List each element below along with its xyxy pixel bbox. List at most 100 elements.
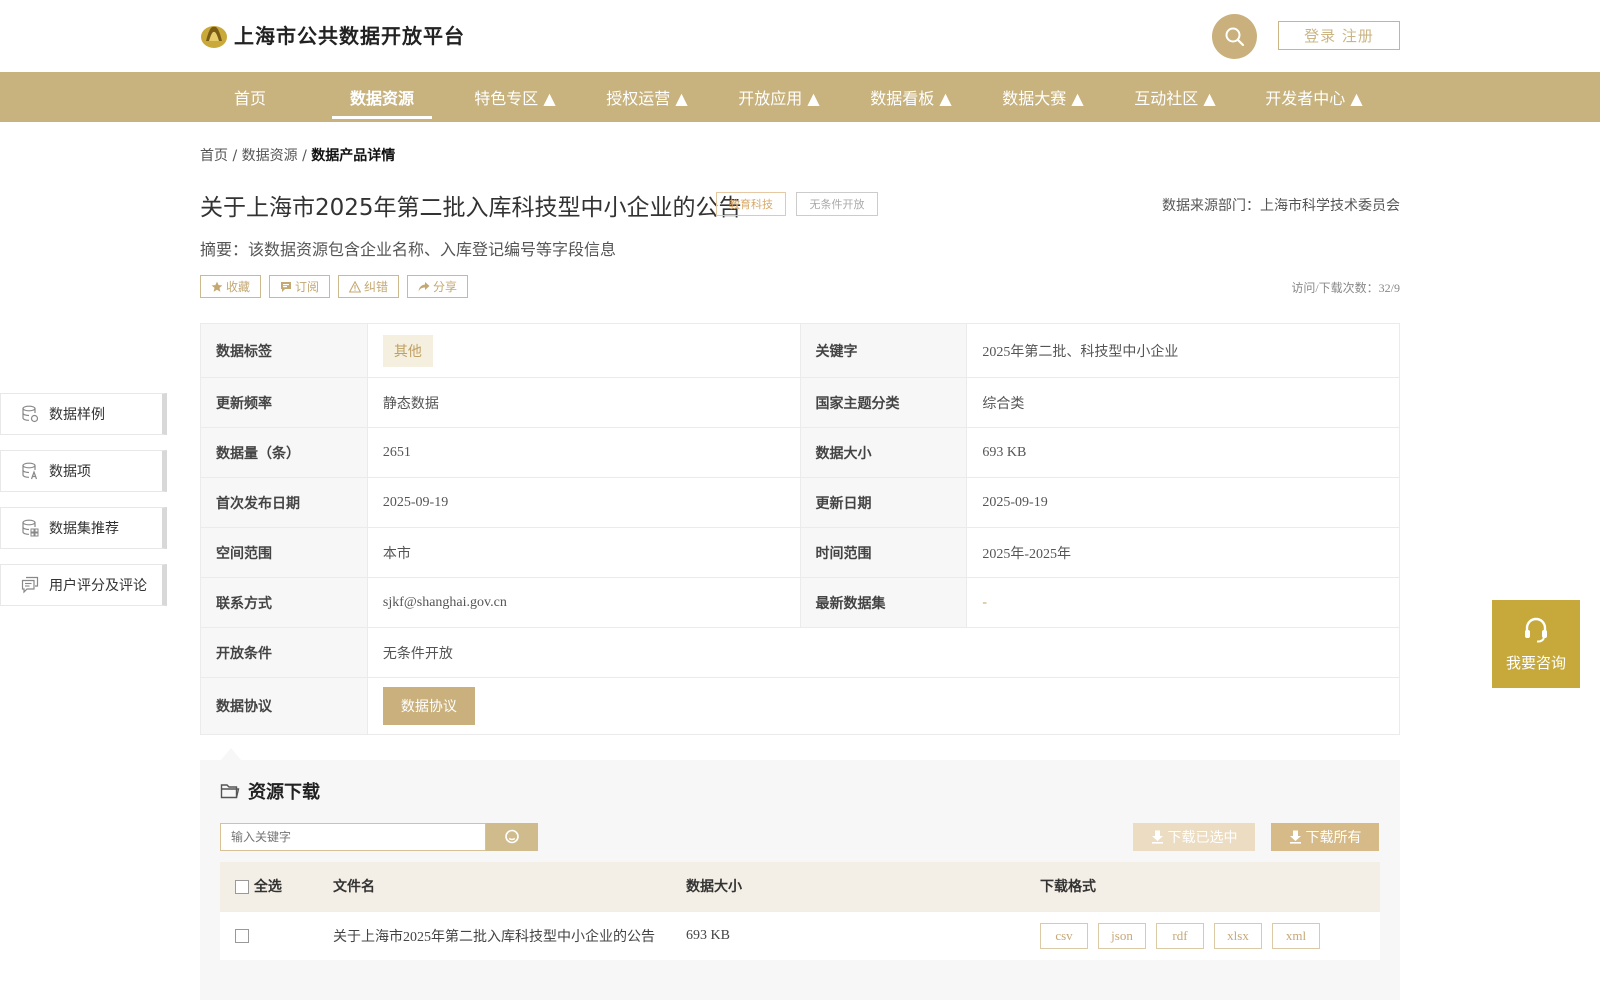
nav-item-data-contest[interactable]: 数据大赛 ▲ xyxy=(992,72,1094,122)
sidebar-item-label: 数据项 xyxy=(49,464,91,480)
row-select-cell xyxy=(220,910,333,960)
info-key: 更新日期 xyxy=(799,477,968,528)
sidebar-item-dataset-recommend[interactable]: 数据集推荐 xyxy=(0,507,167,549)
nav-item-data-resources[interactable]: 数据资源 xyxy=(332,72,432,122)
info-key: 更新频率 xyxy=(200,377,368,428)
info-key: 数据协议 xyxy=(200,677,368,735)
row-formats: csv json rdf xlsx xml xyxy=(1040,910,1380,960)
column-header-size: 数据大小 xyxy=(686,862,1040,911)
row-checkbox[interactable] xyxy=(235,928,249,943)
category-tag: 教育科技 xyxy=(716,192,786,216)
nav-item-open-apps[interactable]: 开放应用 ▲ xyxy=(728,72,830,122)
info-key: 联系方式 xyxy=(200,577,368,628)
file-search-input[interactable] xyxy=(220,823,486,851)
download-icon xyxy=(1289,830,1301,844)
download-all-button[interactable]: 下载所有 xyxy=(1271,823,1379,851)
column-header-filename: 文件名 xyxy=(333,862,686,911)
info-key: 数据量（条） xyxy=(200,427,368,478)
star-icon xyxy=(211,281,223,292)
download-section-title: 资源下载 xyxy=(220,778,320,804)
sidebar-item-label: 数据集推荐 xyxy=(49,521,119,537)
info-key: 数据大小 xyxy=(799,427,968,478)
download-all-label: 下载所有 xyxy=(1305,830,1362,846)
data-agreement-button[interactable]: 数据协议 xyxy=(382,687,475,725)
sidebar-item-user-reviews[interactable]: 用户评分及评论 xyxy=(0,564,167,606)
logo-icon xyxy=(201,25,227,48)
info-value: 静态数据 xyxy=(366,377,801,428)
nav-item-authorized-ops[interactable]: 授权运营 ▲ xyxy=(596,72,698,122)
row-filename: 关于上海市2025年第二批入库科技型中小企业的公告 xyxy=(333,910,686,960)
resource-download-section: 资源下载 下载已选中 下载所有 全选 文件名 数据大小 下载格式 关于上海市20… xyxy=(200,760,1400,1000)
nav-item-home[interactable]: 首页 xyxy=(200,72,300,122)
subscribe-label: 订阅 xyxy=(295,280,320,294)
search-icon xyxy=(505,829,519,844)
latest-dataset-link[interactable]: - xyxy=(982,595,987,610)
info-value: 2025-09-19 xyxy=(966,477,1400,528)
download-icon xyxy=(1151,830,1163,844)
breadcrumb-home[interactable]: 首页 xyxy=(200,148,228,164)
breadcrumb-resources[interactable]: 数据资源 xyxy=(242,148,298,164)
folder-icon xyxy=(220,784,240,799)
info-key: 最新数据集 xyxy=(799,577,968,628)
section-pointer xyxy=(221,748,241,760)
info-row: 更新频率 静态数据 国家主题分类 综合类 xyxy=(200,377,1400,428)
select-all-checkbox[interactable] xyxy=(235,880,249,895)
share-button[interactable]: 分享 xyxy=(407,275,469,298)
info-key: 空间范围 xyxy=(200,527,368,578)
report-error-label: 纠错 xyxy=(364,280,389,294)
nav-item-developer-center[interactable]: 开发者中心 ▲ xyxy=(1256,72,1372,122)
format-json-button[interactable]: json xyxy=(1098,922,1146,949)
info-row: 联系方式 sjkf@shanghai.gov.cn 最新数据集 - xyxy=(200,577,1400,628)
file-search-button[interactable] xyxy=(486,823,538,851)
download-selected-label: 下载已选中 xyxy=(1167,830,1238,846)
report-error-button[interactable]: 纠错 xyxy=(338,275,400,298)
format-xlsx-button[interactable]: xlsx xyxy=(1214,922,1262,949)
database-field-icon xyxy=(22,462,38,480)
consult-label: 我要咨询 xyxy=(1505,653,1566,672)
format-csv-button[interactable]: csv xyxy=(1040,922,1088,949)
nav-item-data-dashboard[interactable]: 数据看板 ▲ xyxy=(860,72,962,122)
share-icon xyxy=(418,281,430,291)
info-value: 综合类 xyxy=(966,377,1400,428)
sidebar-item-data-fields[interactable]: 数据项 xyxy=(0,450,167,492)
breadcrumb-separator: / xyxy=(297,148,312,164)
info-row: 数据标签 其他 关键字 2025年第二批、科技型中小企业 xyxy=(200,323,1400,378)
search-icon xyxy=(1225,27,1244,46)
data-tag-chip[interactable]: 其他 xyxy=(382,334,433,367)
sidebar-item-data-sample[interactable]: 数据样例 xyxy=(0,393,167,435)
nav-item-community[interactable]: 互动社区 ▲ xyxy=(1124,72,1226,122)
info-value: 无条件开放 xyxy=(366,627,1401,678)
site-title: 上海市公共数据开放平台 xyxy=(234,24,465,48)
download-title-text: 资源下载 xyxy=(248,782,320,803)
info-key: 数据标签 xyxy=(200,323,368,378)
source-department: 数据来源部门：上海市科学技术委员会 xyxy=(1162,198,1400,214)
header-search-button[interactable] xyxy=(1212,14,1257,59)
main-nav: 首页 数据资源 特色专区 ▲ 授权运营 ▲ 开放应用 ▲ 数据看板 ▲ 数据大赛… xyxy=(0,72,1600,122)
login-register-button[interactable]: 登录 注册 xyxy=(1278,21,1400,50)
format-xml-button[interactable]: xml xyxy=(1272,922,1320,949)
select-all-header: 全选 xyxy=(220,862,333,911)
open-type-tag: 无条件开放 xyxy=(796,192,878,216)
info-value: 693 KB xyxy=(966,427,1400,478)
nav-item-special-zone[interactable]: 特色专区 ▲ xyxy=(464,72,566,122)
info-row: 空间范围 本市 时间范围 2025年-2025年 xyxy=(200,527,1400,578)
format-rdf-button[interactable]: rdf xyxy=(1156,922,1204,949)
subscribe-icon xyxy=(281,281,292,292)
info-key: 国家主题分类 xyxy=(799,377,968,428)
info-key: 关键字 xyxy=(799,323,968,378)
breadcrumb-separator: / xyxy=(228,148,242,164)
info-row: 首次发布日期 2025-09-19 更新日期 2025-09-19 xyxy=(200,477,1400,528)
site-logo[interactable]: 上海市公共数据开放平台 xyxy=(200,20,465,49)
nav-active-indicator xyxy=(332,116,432,119)
warning-icon xyxy=(349,280,362,293)
subscribe-button[interactable]: 订阅 xyxy=(269,275,331,298)
consult-button[interactable]: 我要咨询 xyxy=(1492,600,1580,688)
download-selected-button[interactable]: 下载已选中 xyxy=(1133,823,1255,851)
info-row: 数据量（条） 2651 数据大小 693 KB xyxy=(200,427,1400,478)
column-header-format: 下载格式 xyxy=(1040,862,1380,911)
info-row: 开放条件 无条件开放 xyxy=(200,627,1401,678)
share-label: 分享 xyxy=(433,280,458,294)
info-key: 时间范围 xyxy=(799,527,968,578)
favorite-button[interactable]: 收藏 xyxy=(200,275,262,298)
visit-download-count: 访问/下载次数：32/9 xyxy=(1291,281,1400,295)
